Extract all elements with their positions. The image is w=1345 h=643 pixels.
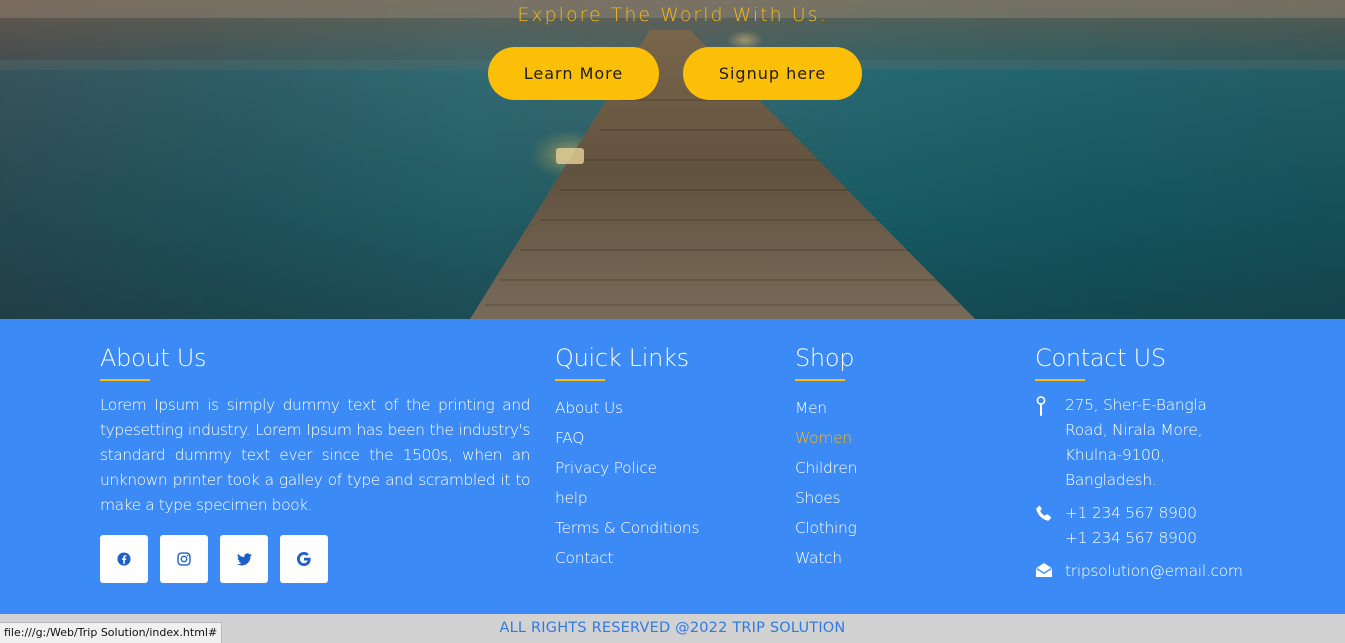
shop-link-watch[interactable]: Watch: [795, 543, 995, 573]
hero-overlay: [0, 0, 1345, 319]
about-column: About Us Lorem Ipsum is simply dummy tex…: [100, 343, 530, 518]
instagram-button[interactable]: [160, 535, 208, 583]
envelope-icon: [1036, 563, 1052, 577]
quick-link-terms[interactable]: Terms & Conditions: [555, 513, 775, 543]
browser-status-bar: file:///g:/Web/Trip Solution/index.html#: [0, 622, 223, 643]
twitter-icon: [236, 552, 252, 566]
shop-link-children[interactable]: Children: [795, 453, 995, 483]
address-line: Khulna-9100,: [1065, 446, 1165, 464]
social-links: [100, 535, 328, 583]
address-line: 275, Sher-E-Bangla: [1065, 396, 1207, 414]
hero-section: Explore The World With Us. Learn More Si…: [0, 0, 1345, 319]
quick-link-faq[interactable]: FAQ: [555, 423, 775, 453]
contact-title: Contact US: [1035, 344, 1166, 372]
hero-tagline: Explore The World With Us.: [517, 4, 828, 26]
phone-number[interactable]: +1 234 567 8900: [1065, 526, 1197, 551]
shop-links-list: Men Women Children Shoes Clothing Watch: [795, 393, 995, 573]
quick-links-title: Quick Links: [555, 344, 689, 372]
contact-phone: +1 234 567 8900 +1 234 567 8900: [1035, 501, 1335, 551]
quick-links-list: About Us FAQ Privacy Police help Terms &…: [555, 393, 775, 573]
contact-email: tripsolution@email.com: [1035, 559, 1335, 584]
shop-column: Shop Men Women Children Shoes Clothing W…: [795, 343, 995, 573]
shop-link-men[interactable]: Men: [795, 393, 995, 423]
twitter-button[interactable]: [220, 535, 268, 583]
quick-link-privacy[interactable]: Privacy Police: [555, 453, 775, 483]
shop-link-clothing[interactable]: Clothing: [795, 513, 995, 543]
shop-underline: [795, 379, 845, 381]
facebook-icon: [117, 552, 131, 566]
contact-column: Contact US 275, Sher-E-Bangla Road, Nira…: [1035, 343, 1335, 584]
phone-number[interactable]: +1 234 567 8900: [1065, 501, 1197, 526]
contact-underline: [1035, 379, 1085, 381]
footer: About Us Lorem Ipsum is simply dummy tex…: [0, 319, 1345, 614]
email-link[interactable]: tripsolution@email.com: [1065, 559, 1243, 584]
phone-icon: [1036, 505, 1051, 521]
about-title: About Us: [100, 344, 207, 372]
quick-links-underline: [555, 379, 605, 381]
learn-more-button[interactable]: Learn More: [488, 47, 659, 100]
signup-button[interactable]: Signup here: [683, 47, 862, 100]
about-title-underline: [100, 379, 150, 381]
shop-link-women[interactable]: Women: [795, 423, 995, 453]
google-button[interactable]: [280, 535, 328, 583]
shop-title: Shop: [795, 344, 855, 372]
address-line: Bangladesh.: [1065, 471, 1157, 489]
facebook-button[interactable]: [100, 535, 148, 583]
quick-link-about-us[interactable]: About Us: [555, 393, 775, 423]
contact-address: 275, Sher-E-Bangla Road, Nirala More, Kh…: [1035, 393, 1335, 493]
google-icon: [297, 552, 311, 566]
instagram-icon: [177, 552, 191, 566]
address-line: Road, Nirala More,: [1065, 421, 1203, 439]
quick-links-column: Quick Links About Us FAQ Privacy Police …: [555, 343, 775, 573]
quick-link-help[interactable]: help: [555, 483, 775, 513]
shop-link-shoes[interactable]: Shoes: [795, 483, 995, 513]
quick-link-contact[interactable]: Contact: [555, 543, 775, 573]
about-text: Lorem Ipsum is simply dummy text of the …: [100, 396, 530, 514]
map-pin-icon: [1036, 396, 1046, 416]
